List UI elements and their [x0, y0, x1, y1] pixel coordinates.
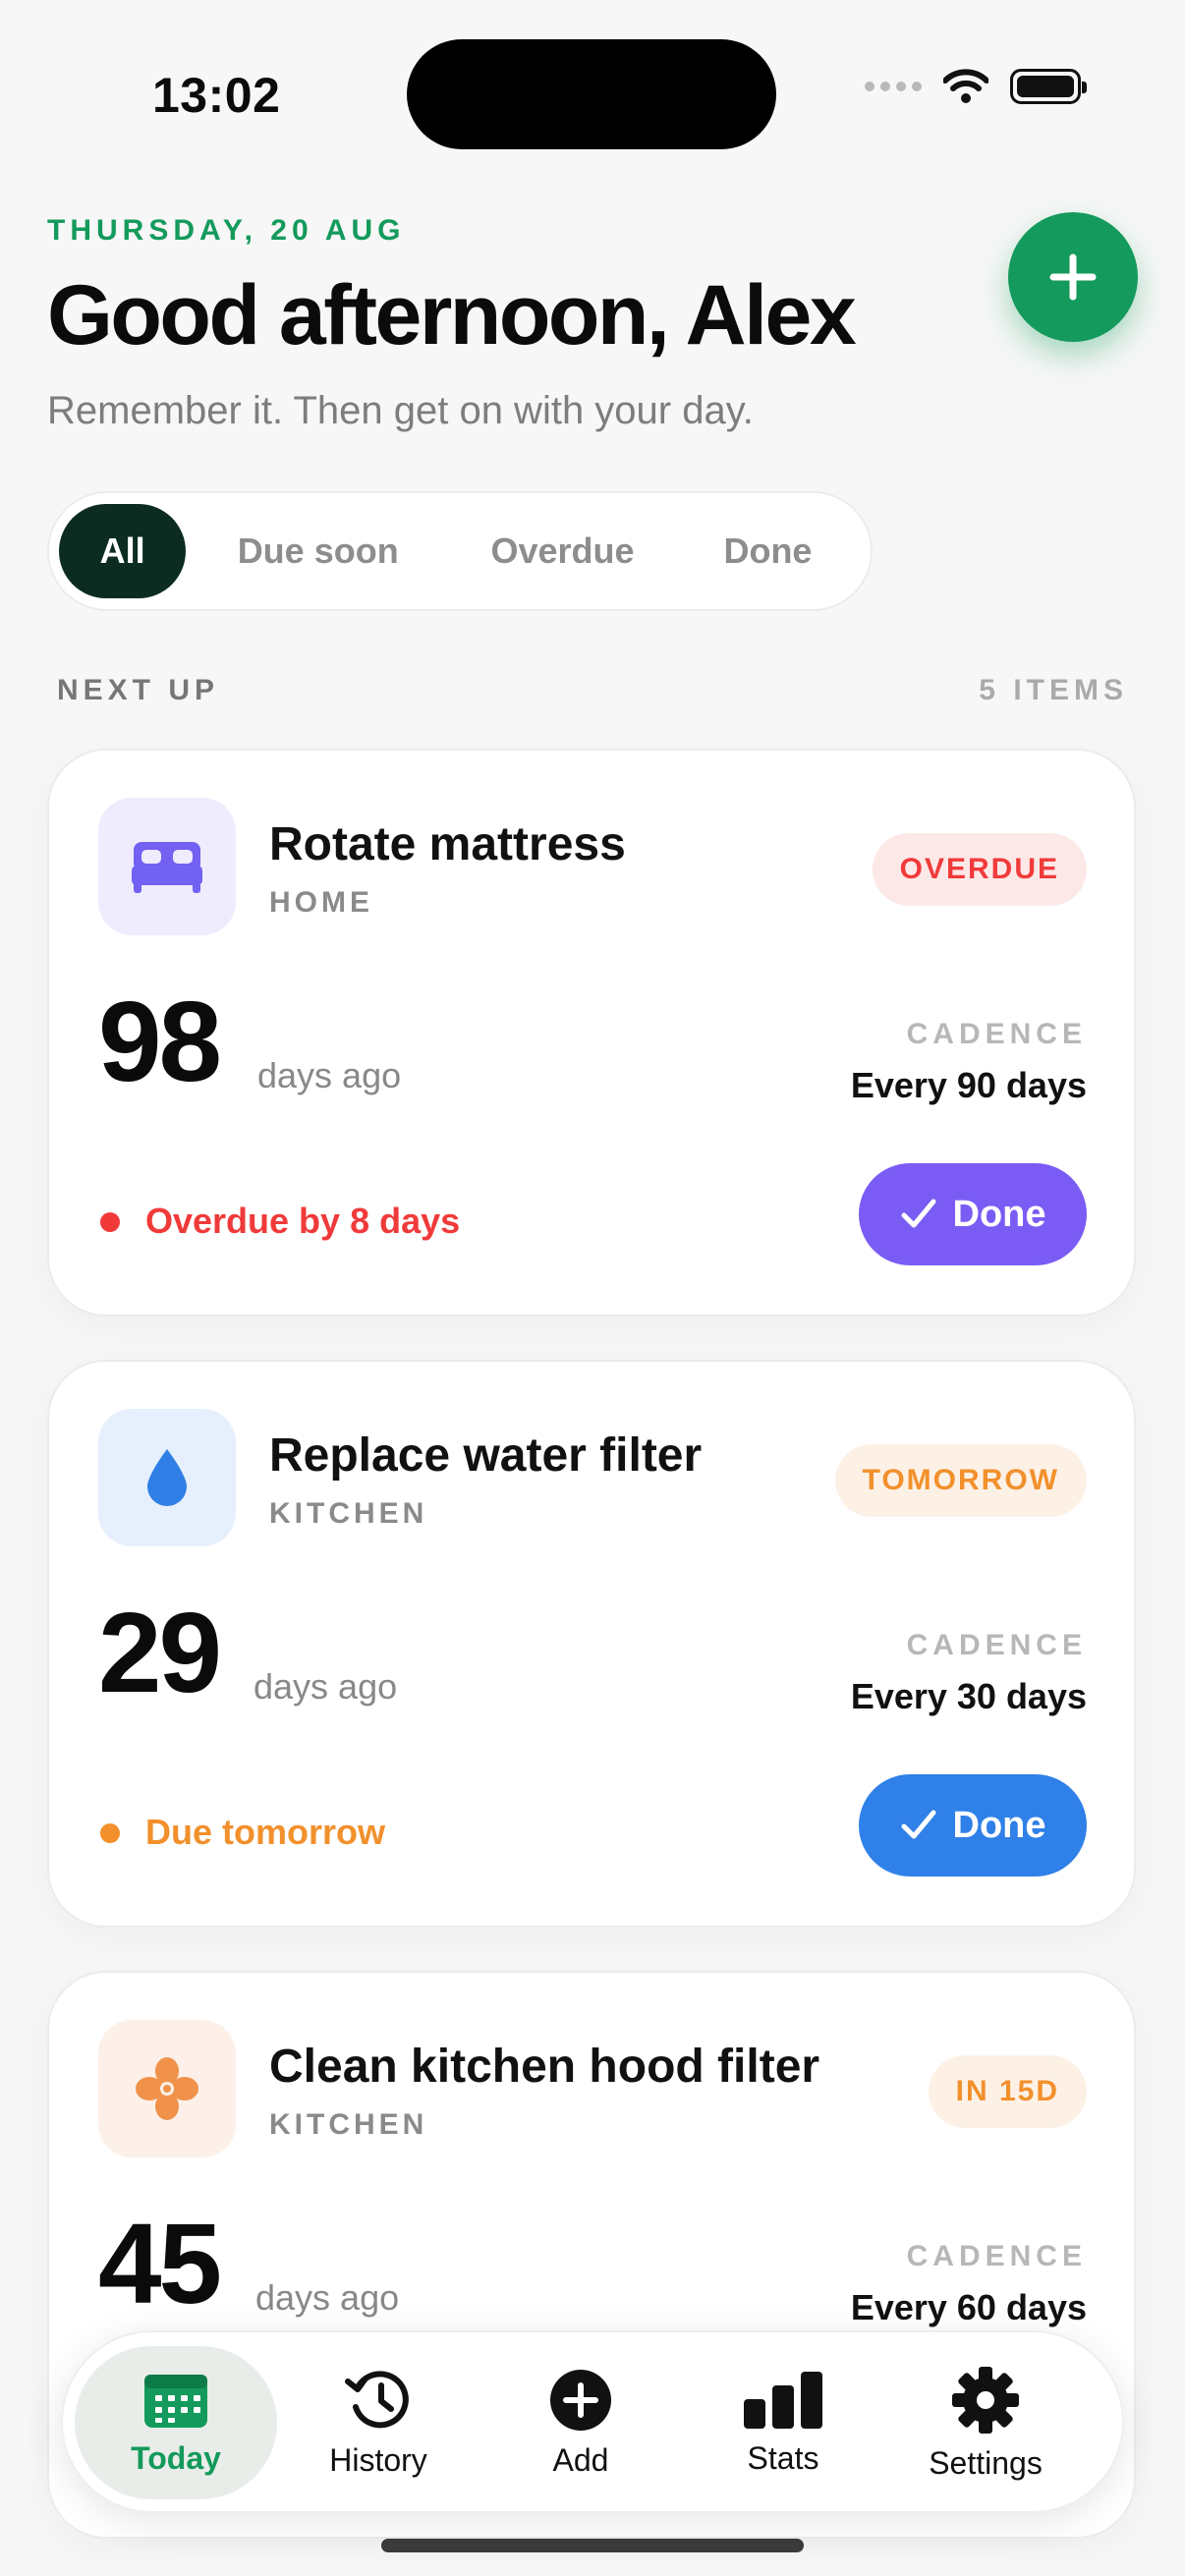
battery-icon: [1010, 69, 1087, 104]
days-ago-label: days ago: [257, 1055, 402, 1095]
home-indicator: [381, 2539, 804, 2552]
task-title: Replace water filter: [269, 1429, 703, 1482]
gear-icon: [952, 2366, 1019, 2434]
bed-icon: [98, 798, 236, 935]
task-card-replace-water-filter[interactable]: Replace water filter KITCHEN TOMORROW 29…: [47, 1360, 1136, 1928]
tab-bar: Today History Add Stats Settings: [61, 2330, 1124, 2513]
status-dot: [100, 1212, 120, 1232]
tab-stats[interactable]: Stats: [682, 2346, 884, 2499]
cadence-value: Every 90 days: [850, 1065, 1087, 1105]
status-icons: [865, 69, 1087, 104]
done-label: Done: [952, 1804, 1046, 1846]
checkmark-icon: [901, 1199, 935, 1228]
cadence-value: Every 60 days: [850, 2287, 1087, 2327]
checkmark-icon: [901, 1810, 935, 1839]
section-count: 5 ITEMS: [979, 674, 1128, 706]
date-label: THURSDAY, 20 AUG: [47, 214, 406, 247]
tab-today[interactable]: Today: [75, 2346, 277, 2499]
page-title: Good afternoon, Alex: [47, 268, 857, 363]
days-count: 29: [98, 1589, 222, 1716]
cellular-signal-icon: [865, 82, 922, 91]
days-count: 45: [98, 2200, 222, 2327]
tab-label: Stats: [747, 2439, 819, 2476]
cadence-label: CADENCE: [906, 2240, 1087, 2272]
tab-settings[interactable]: Settings: [884, 2346, 1087, 2499]
page-subtitle: Remember it. Then get on with your day.: [47, 389, 754, 432]
status-badge: OVERDUE: [872, 833, 1087, 906]
status-dot: [100, 1823, 120, 1843]
filter-all[interactable]: All: [59, 504, 187, 598]
water-drop-icon: [98, 1409, 236, 1546]
status-time: 13:02: [152, 68, 281, 123]
add-circle-icon: [550, 2369, 611, 2431]
task-category: HOME: [269, 886, 373, 919]
plus-icon: [1049, 253, 1097, 301]
history-icon: [345, 2370, 409, 2428]
filter-due-soon[interactable]: Due soon: [186, 504, 450, 598]
dynamic-island: [407, 39, 776, 149]
mark-done-button[interactable]: Done: [859, 1163, 1087, 1265]
days-count: 98: [98, 978, 222, 1105]
calendar-icon: [144, 2374, 207, 2428]
mark-done-button[interactable]: Done: [859, 1774, 1087, 1876]
add-task-button[interactable]: [1008, 212, 1138, 342]
cadence-value: Every 30 days: [850, 1676, 1087, 1716]
tab-label: History: [329, 2441, 427, 2478]
fan-icon: [98, 2020, 236, 2157]
task-title: Clean kitchen hood filter: [269, 2041, 820, 2093]
task-title: Rotate mattress: [269, 818, 626, 870]
filter-overdue[interactable]: Overdue: [450, 504, 675, 598]
days-ago-label: days ago: [254, 1666, 398, 1707]
tab-history[interactable]: History: [277, 2346, 480, 2499]
cadence-label: CADENCE: [906, 1629, 1087, 1661]
days-ago-label: days ago: [255, 2277, 400, 2318]
task-card-rotate-mattress[interactable]: Rotate mattress HOME OVERDUE 98 days ago…: [47, 749, 1136, 1316]
done-label: Done: [952, 1193, 1046, 1235]
task-category: KITCHEN: [269, 2108, 428, 2141]
cadence-label: CADENCE: [906, 1018, 1087, 1050]
filter-done[interactable]: Done: [675, 504, 861, 598]
due-status: Due tomorrow: [145, 1812, 386, 1852]
due-status: Overdue by 8 days: [145, 1201, 461, 1241]
tab-label: Today: [131, 2439, 221, 2476]
tab-label: Settings: [929, 2444, 1043, 2481]
filter-segmented-control: All Due soon Overdue Done: [47, 491, 873, 611]
status-badge: TOMORROW: [834, 1444, 1087, 1517]
task-category: KITCHEN: [269, 1497, 428, 1530]
section-title: NEXT UP: [57, 674, 220, 706]
tab-add[interactable]: Add: [480, 2346, 682, 2499]
bar-chart-icon: [744, 2371, 822, 2429]
status-badge: IN 15D: [928, 2055, 1087, 2128]
wifi-icon: [943, 69, 988, 103]
tab-label: Add: [552, 2441, 609, 2478]
